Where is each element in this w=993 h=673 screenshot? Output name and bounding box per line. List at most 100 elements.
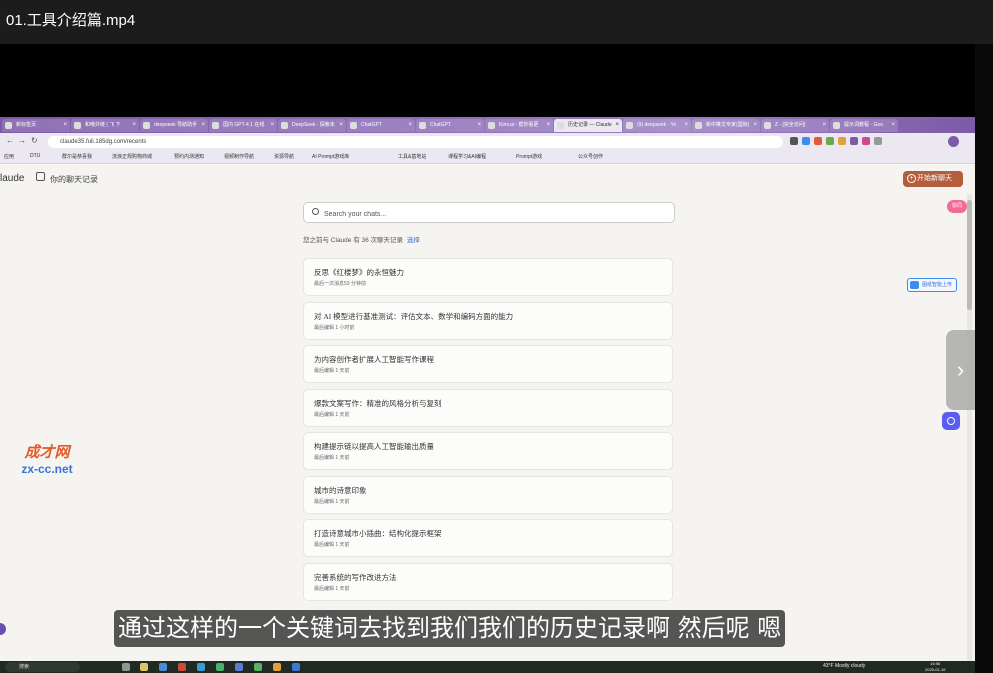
bookmark-item[interactable]: 公众号创作 [578, 153, 603, 160]
extension-icon[interactable] [838, 137, 846, 145]
tab-label: Z - [完全访问] [775, 122, 806, 128]
select-link[interactable]: 选择 [407, 237, 420, 244]
browser-tab[interactable]: DeepSeek - 探索未 × [278, 119, 346, 132]
chat-timestamp: 最后编辑 1 天前 [314, 411, 350, 418]
forward-icon[interactable]: → [18, 136, 26, 145]
bookmark-item[interactable]: 流浪正规购物商城 [112, 153, 152, 160]
app-icon[interactable] [178, 663, 186, 671]
tab-close-icon[interactable]: × [684, 119, 688, 132]
browser-tab[interactable]: 和哦外链 | 飞 下 × [71, 119, 139, 132]
chat-title: 完善系统的写作改进方法 [314, 572, 397, 582]
chat-search-box[interactable] [303, 202, 675, 223]
search-icon [312, 208, 319, 215]
bookmarks-bar: 应用 DTU 群尔是恭喜我 流浪正规购物商城 预约内测通知 视频制作导航 资源导航 AI Pr… [0, 151, 975, 164]
tab-label: 提示词教程 · Goo [844, 122, 883, 128]
video-subtitle: 通过这样的一个关键词去找到我们我们的历史记录啊 然后呢 嗯 [114, 610, 786, 647]
tab-close-icon[interactable]: × [339, 119, 343, 132]
tab-close-icon[interactable]: × [615, 119, 619, 132]
windows-taskbar: 搜索 43°F Mostly cloudy 16:56 2025-01-16 [0, 661, 975, 673]
chat-search-input[interactable] [322, 206, 666, 222]
bookmark-item[interactable]: AI Prompt游戏库 [312, 153, 349, 160]
app-icon[interactable] [273, 663, 281, 671]
url-field[interactable]: claude35.fuli.185dg.com/recents [48, 136, 783, 148]
wechat-icon[interactable] [254, 663, 262, 671]
file-explorer-icon[interactable] [140, 663, 148, 671]
app-icon[interactable] [216, 663, 224, 671]
reload-icon[interactable]: ↻ [31, 136, 38, 145]
extension-icon[interactable] [826, 137, 834, 145]
ai-assistant-icon[interactable] [942, 412, 960, 430]
taskbar-search[interactable]: 搜索 [5, 662, 80, 672]
bookmark-item[interactable]: 视频制作导航 [224, 153, 254, 160]
tab-favicon-icon [350, 122, 357, 129]
tab-close-icon[interactable]: × [753, 119, 757, 132]
browser-tab[interactable]: 新中推文专家(国际) × [692, 119, 760, 132]
back-icon[interactable]: ← [6, 136, 14, 145]
browser-tab[interactable]: 历史记录 — Claude × [554, 119, 622, 132]
tab-close-icon[interactable]: × [270, 119, 274, 132]
collab-badge[interactable]: 协同 [947, 200, 967, 213]
bookmark-item[interactable]: 群尔是恭喜我 [62, 153, 92, 160]
browser-tab[interactable]: deepseek 导航助手 × [140, 119, 208, 132]
upload-button[interactable]: 图纸智能上传 [907, 278, 957, 292]
bookmark-item[interactable]: 资源导航 [274, 153, 294, 160]
taskview-icon[interactable] [122, 663, 130, 671]
browser-tab[interactable]: 新标签页 × [2, 119, 70, 132]
next-chevron-icon[interactable]: › [946, 330, 975, 410]
chat-history-item[interactable]: 构建提示链以提高人工智能输出质量 最后编辑 1 天前 [303, 432, 673, 470]
tab-favicon-icon [557, 122, 564, 129]
chat-title: 反思《红楼梦》的永恒魅力 [314, 268, 404, 277]
browser-tab[interactable]: 提示词教程 · Goo × [830, 119, 898, 132]
tab-close-icon[interactable]: × [63, 119, 67, 132]
tab-close-icon[interactable]: × [408, 119, 412, 132]
tab-close-icon[interactable]: × [477, 119, 481, 132]
tab-close-icon[interactable]: × [546, 119, 550, 132]
tab-favicon-icon [626, 122, 633, 129]
tab-favicon-icon [74, 122, 81, 129]
app-icon[interactable] [235, 663, 243, 671]
tab-close-icon[interactable]: × [891, 119, 895, 132]
chat-title: 打造诗意城市小插曲：结构化提示框架 [314, 529, 442, 538]
extension-icon[interactable] [862, 137, 870, 145]
chat-history-item[interactable]: 爆款文案写作：精准的风格分析与复刻 最后编辑 1 天前 [303, 388, 673, 427]
bookmark-item[interactable]: Prompt游戏 [516, 153, 542, 160]
bookmark-item[interactable]: 应用 [4, 153, 14, 160]
scrollbar-thumb[interactable] [967, 200, 972, 310]
tab-close-icon[interactable]: × [201, 119, 205, 132]
chat-history-item[interactable]: 打造诗意城市小插曲：结构化提示框架 最后编辑 1 天前 [303, 519, 673, 557]
browser-tab[interactable]: 国内 GPT-4.1 在线 × [209, 119, 277, 132]
chat-history-item[interactable]: 为内容创作者扩展人工智能写作课程 最后编辑 1 天前 [303, 345, 673, 383]
bookmark-item[interactable]: DTU [30, 153, 40, 159]
extension-icon[interactable] [874, 137, 882, 145]
tab-label: 新标签页 [16, 122, 37, 128]
profile-avatar[interactable] [948, 136, 959, 147]
extension-icon[interactable] [850, 137, 858, 145]
bookmark-item[interactable]: 课程学习&AI编程 [448, 153, 486, 160]
claude-logo[interactable]: laude [0, 173, 24, 184]
browser-tab[interactable]: (9) deepseek · Yo × [623, 119, 691, 132]
watermark-bottom: zx-cc.net [21, 462, 73, 476]
chat-title: 城市的诗意印象 [314, 485, 367, 495]
bookmark-item[interactable]: 工具&基地站 [398, 153, 426, 160]
chat-history-item[interactable]: 反思《红楼梦》的永恒魅力 最后一次消息53 分钟前 [303, 258, 673, 296]
extension-icon[interactable] [814, 137, 822, 145]
app-icon[interactable] [292, 663, 300, 671]
chat-history-link[interactable]: 你的聊天记录 [50, 174, 98, 185]
browser-tab[interactable]: Z - [完全访问] × [761, 119, 829, 132]
taskbar-clock[interactable]: 16:56 2025-01-16 [925, 661, 945, 673]
chat-history-item[interactable]: 对 AI 模型进行基准测试：评估文本、数学和编码方面的能力 最后编辑 1 小时前 [303, 301, 673, 340]
chat-history-item[interactable]: 城市的诗意印象 最后编辑 1 天前 [303, 475, 673, 514]
app-icon[interactable] [197, 663, 205, 671]
browser-tab[interactable]: ChatGPT × [347, 119, 415, 132]
tab-close-icon[interactable]: × [822, 119, 826, 132]
tab-close-icon[interactable]: × [132, 119, 136, 132]
weather-widget[interactable]: 43°F Mostly cloudy [823, 663, 865, 669]
browser-tab[interactable]: Kimi.ai - 帮你看更 × [485, 119, 553, 132]
extension-icon[interactable] [790, 137, 798, 145]
extension-icon[interactable] [802, 137, 810, 145]
browser-icon[interactable] [159, 663, 167, 671]
bookmark-item[interactable]: 预约内测通知 [174, 153, 204, 160]
new-chat-button[interactable]: + 开始新聊天 [903, 171, 963, 187]
chat-history-item[interactable]: 完善系统的写作改进方法 最后编辑 1 天前 [303, 562, 673, 601]
browser-tab[interactable]: ChatGPT × [416, 119, 484, 132]
